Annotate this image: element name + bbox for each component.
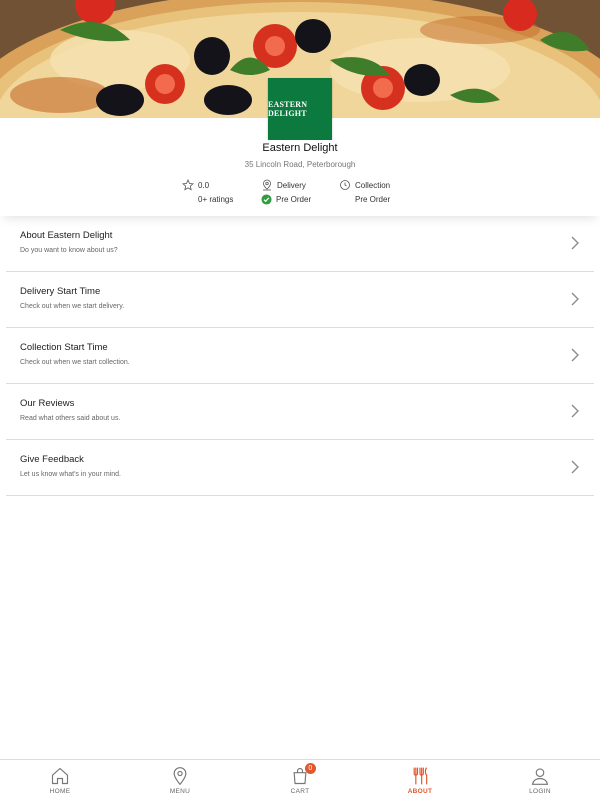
menu-item-subtitle: Check out when we start collection.	[20, 359, 130, 366]
star-icon	[182, 179, 194, 191]
logo-text: EASTERN DELIGHT	[268, 100, 308, 118]
menu-item-title: Delivery Start Time	[20, 286, 101, 297]
menu-item-title: Give Feedback	[20, 454, 84, 465]
chevron-right-icon	[571, 236, 579, 250]
tab-label: HOME	[49, 788, 71, 795]
menu-item-subtitle: Check out when we start delivery.	[20, 303, 125, 310]
chevron-right-icon	[571, 460, 579, 474]
about-menu-list: About Eastern Delight Do you want to kno…	[6, 216, 594, 496]
rating-stat: 0.0 0+ ratings	[182, 178, 233, 206]
menu-item-subtitle: Read what others said about us.	[20, 415, 121, 422]
collection-stat: Collection Pre Order	[339, 178, 390, 206]
cutlery-icon	[413, 767, 428, 785]
restaurant-logo: EASTERN DELIGHT	[268, 78, 332, 140]
tab-home[interactable]: HOME	[0, 760, 120, 800]
restaurant-name: Eastern Delight	[262, 142, 338, 154]
tab-menu[interactable]: MENU	[120, 760, 240, 800]
menu-item-our-reviews[interactable]: Our Reviews Read what others said about …	[6, 384, 594, 440]
tab-label: MENU	[169, 788, 191, 795]
tab-about[interactable]: ABOUT	[360, 760, 480, 800]
menu-item-about[interactable]: About Eastern Delight Do you want to kno…	[6, 216, 594, 272]
delivery-status: Pre Order	[276, 194, 312, 204]
menu-item-give-feedback[interactable]: Give Feedback Let us know what's in your…	[6, 440, 594, 496]
menu-item-collection-start-time[interactable]: Collection Start Time Check out when we …	[6, 328, 594, 384]
user-icon	[531, 768, 549, 785]
home-icon	[51, 767, 69, 785]
location-pin-icon	[173, 767, 187, 786]
cart-count-badge: 0	[304, 763, 316, 774]
delivery-label: Delivery	[277, 180, 306, 190]
bottom-tab-bar: HOME MENU 0 CART ABOUT LOGIN	[0, 759, 600, 800]
tab-label: ABOUT	[407, 788, 433, 795]
menu-item-title: Collection Start Time	[20, 342, 108, 353]
tab-cart[interactable]: 0 CART	[240, 760, 360, 800]
delivery-stat: Delivery Pre Order	[261, 178, 311, 206]
menu-item-delivery-start-time[interactable]: Delivery Start Time Check out when we st…	[6, 272, 594, 328]
tab-label: LOGIN	[529, 788, 551, 795]
collection-status: Pre Order	[355, 194, 391, 204]
collection-label: Collection	[355, 180, 391, 190]
rating-value: 0.0	[198, 180, 210, 190]
restaurant-address: 35 Lincoln Road, Peterborough	[244, 160, 356, 169]
tab-login[interactable]: LOGIN	[480, 760, 600, 800]
menu-item-subtitle: Do you want to know about us?	[20, 247, 118, 254]
menu-item-subtitle: Let us know what's in your mind.	[20, 471, 121, 478]
restaurant-info-card: Eastern Delight 35 Lincoln Road, Peterbo…	[0, 140, 600, 216]
delivery-pin-icon	[263, 179, 271, 191]
chevron-right-icon	[571, 292, 579, 306]
chevron-right-icon	[571, 348, 579, 362]
menu-item-title: About Eastern Delight	[20, 230, 113, 241]
check-circle-icon	[261, 193, 272, 205]
menu-item-title: Our Reviews	[20, 398, 75, 409]
clock-icon	[340, 180, 350, 190]
chevron-right-icon	[571, 404, 579, 418]
ratings-count: 0+ ratings	[198, 194, 234, 204]
tab-label: CART	[290, 788, 310, 795]
